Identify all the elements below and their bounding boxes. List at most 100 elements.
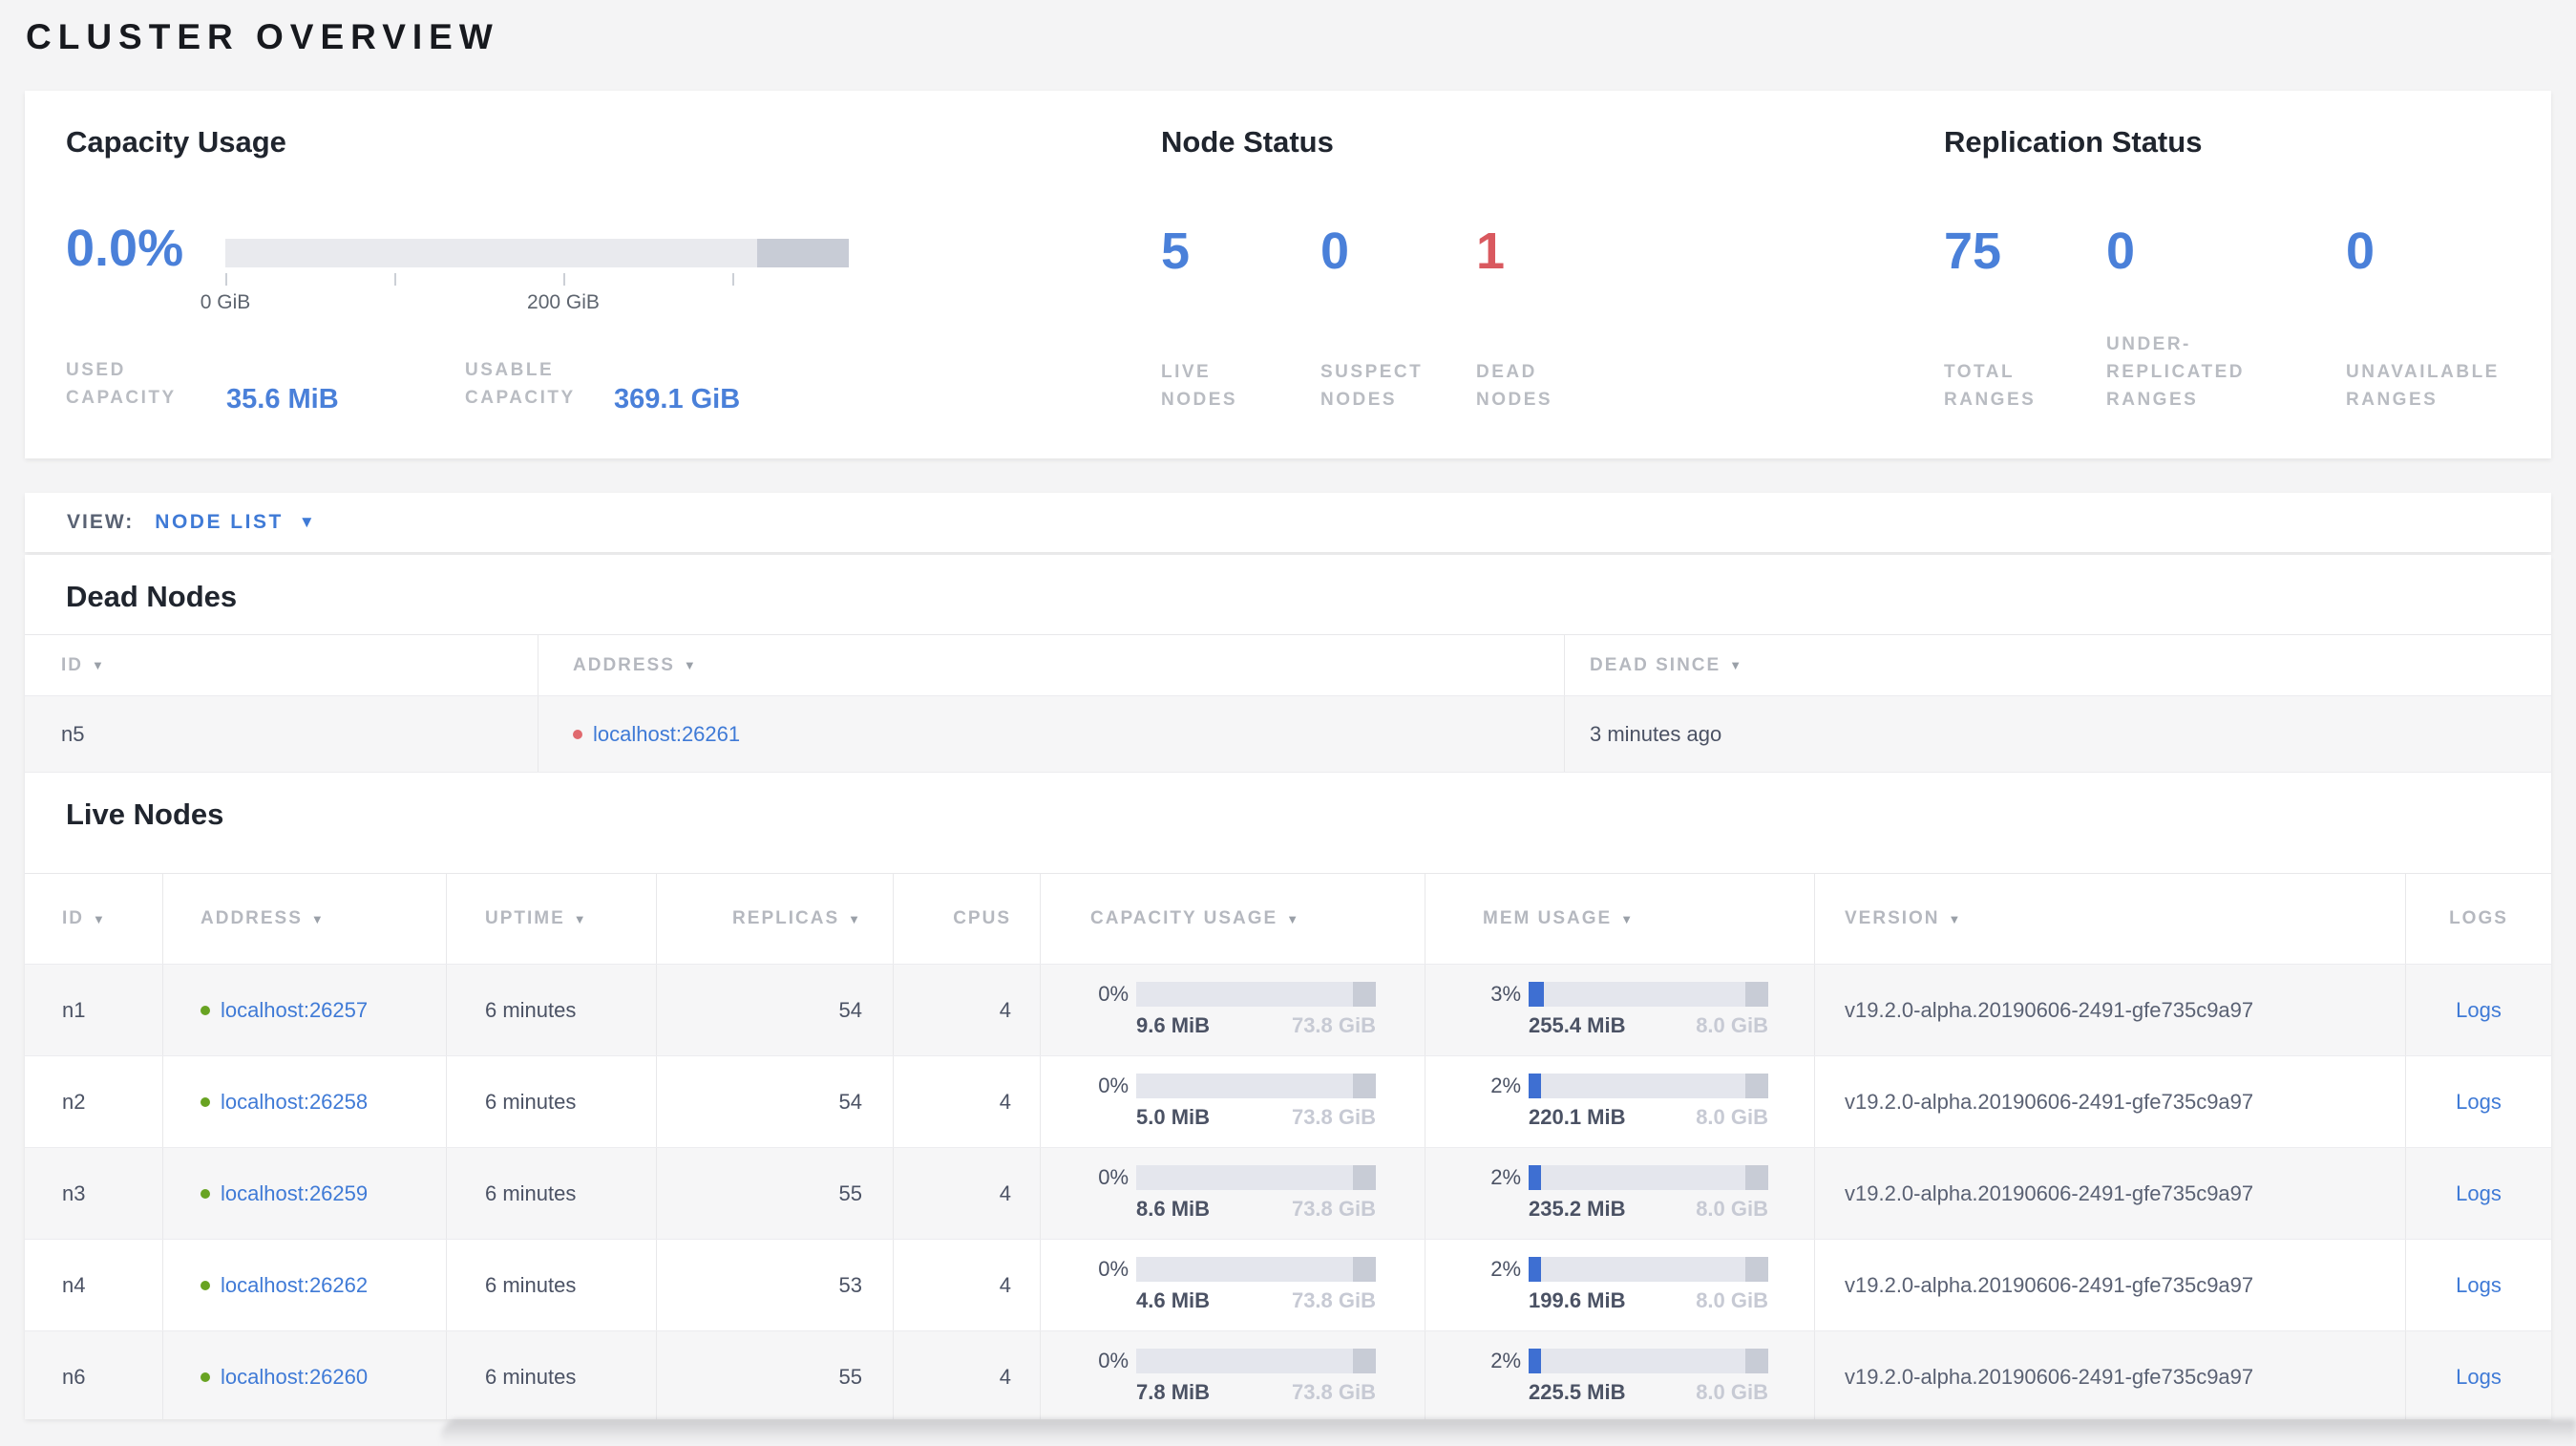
replication-status-metrics: 75 TOTAL RANGES 0 UNDER- REPLICATED RANG… — [1944, 223, 2536, 414]
live-status-dot-icon — [201, 1188, 210, 1199]
suspect-nodes-count: 0 — [1320, 223, 1350, 280]
live-node-address-cell: localhost:26262 — [162, 1240, 446, 1330]
dead-nodes-title: Dead Nodes — [66, 580, 238, 613]
capacity-stats: USED CAPACITY 35.6 MiB USABLE CAPACITY 3… — [66, 356, 830, 415]
memory-minibar — [1529, 1074, 1768, 1098]
used-capacity-stat: USED CAPACITY 35.6 MiB — [66, 356, 339, 415]
total-ranges-count: 75 — [1944, 223, 2002, 280]
capacity-reserved-segment — [1353, 1165, 1376, 1190]
capacity-total-value: 73.8 GiB — [1291, 1197, 1376, 1221]
live-node-capacity-usage-cell: 0% 8.6 MiB 73.8 GiB — [1040, 1148, 1425, 1239]
dead-node-row: n5 localhost:26261 3 minutes ago — [25, 696, 2551, 773]
live-column-header-version[interactable]: VERSION ▼ — [1814, 874, 2405, 964]
memory-minibar — [1529, 1257, 1768, 1282]
memory-minibar — [1529, 1165, 1768, 1190]
live-column-header-replicas[interactable]: REPLICAS ▼ — [656, 874, 893, 964]
live-node-cpus: 4 — [893, 1331, 1040, 1419]
capacity-percent: 0% — [1098, 982, 1129, 1006]
dead-node-address-link[interactable]: localhost:26261 — [593, 722, 740, 747]
sort-desc-icon: ▼ — [573, 911, 588, 926]
logs-link[interactable]: Logs — [2456, 998, 2502, 1023]
live-node-row: n4 localhost:26262 6 minutes 53 4 0% 4.6… — [25, 1240, 2551, 1331]
live-nodes-metric: 5 LIVE NODES — [1161, 223, 1237, 414]
memory-total-value: 8.0 GiB — [1696, 1013, 1768, 1037]
usable-capacity-value: 369.1 GiB — [614, 384, 741, 415]
live-node-logs-cell: Logs — [2405, 1056, 2551, 1147]
live-node-version: v19.2.0-alpha.20190606-2491-gfe735c9a97 — [1845, 1272, 2254, 1297]
dead-column-header-id[interactable]: ID ▼ — [25, 635, 538, 695]
total-ranges-metric: 75 TOTAL RANGES — [1944, 223, 2036, 414]
live-node-address-link[interactable]: localhost:26259 — [221, 1181, 368, 1206]
sort-desc-icon: ▼ — [92, 658, 106, 672]
logs-link[interactable]: Logs — [2456, 1273, 2502, 1298]
live-node-logs-cell: Logs — [2405, 1331, 2551, 1419]
tick-mark — [394, 273, 396, 286]
dead-column-header-address[interactable]: ADDRESS ▼ — [538, 635, 1564, 695]
memory-minibar — [1529, 982, 1768, 1007]
logs-link[interactable]: Logs — [2456, 1181, 2502, 1206]
memory-used-value: 199.6 MiB — [1529, 1288, 1626, 1312]
live-node-address-link[interactable]: localhost:26257 — [221, 998, 368, 1023]
live-node-address-link[interactable]: localhost:26258 — [221, 1090, 368, 1115]
live-node-address-link[interactable]: localhost:26260 — [221, 1365, 368, 1390]
live-node-id: n6 — [62, 1364, 86, 1389]
live-node-version: v19.2.0-alpha.20190606-2491-gfe735c9a97 — [1845, 1180, 2254, 1205]
capacity-minibar — [1136, 1349, 1376, 1373]
logs-link[interactable]: Logs — [2456, 1090, 2502, 1115]
live-node-id: n1 — [62, 997, 86, 1022]
view-select-dropdown[interactable]: NODE LIST ▼ — [155, 511, 314, 534]
live-node-address-cell: localhost:26257 — [162, 965, 446, 1055]
capacity-used-value: 9.6 MiB — [1136, 1013, 1211, 1037]
live-node-replicas: 55 — [656, 1148, 893, 1239]
dead-nodes-table: ID ▼ ADDRESS ▼ DEAD SINCE ▼ n5 localhost… — [25, 634, 2551, 773]
memory-percent: 2% — [1490, 1074, 1521, 1097]
capacity-bar-ticks — [225, 273, 849, 288]
unavailable-ranges-label: UNAVAILABLE RANGES — [2346, 362, 2500, 410]
live-node-id: n2 — [62, 1089, 86, 1114]
live-column-header-address[interactable]: ADDRESS ▼ — [162, 874, 446, 964]
dead-status-dot-icon — [573, 729, 582, 739]
live-column-header-id[interactable]: ID ▼ — [25, 874, 162, 964]
live-node-row: n3 localhost:26259 6 minutes 55 4 0% 8.6… — [25, 1148, 2551, 1240]
live-node-address-link[interactable]: localhost:26262 — [221, 1273, 368, 1298]
cluster-overview-page: CLUSTER OVERVIEW Capacity Usage 0.0% 0 G… — [0, 0, 2576, 1446]
memory-total-value: 8.0 GiB — [1696, 1197, 1768, 1221]
total-ranges-label: TOTAL RANGES — [1944, 362, 2037, 410]
capacity-reserved-segment — [1353, 1257, 1376, 1282]
dead-node-dead-since: 3 minutes ago — [1564, 696, 2551, 772]
capacity-reserved-segment — [1353, 1349, 1376, 1373]
capacity-used-value: 4.6 MiB — [1136, 1288, 1211, 1312]
memory-total-value: 8.0 GiB — [1696, 1288, 1768, 1312]
suspect-nodes-label: SUSPECT NODES — [1320, 362, 1424, 410]
live-node-replicas: 55 — [656, 1331, 893, 1419]
live-nodes-table-header: ID ▼ ADDRESS ▼ UPTIME ▼ REPLICAS ▼ CPUS — [25, 873, 2551, 965]
dead-column-header-dead-since[interactable]: DEAD SINCE ▼ — [1564, 635, 2551, 695]
live-node-address-cell: localhost:26259 — [162, 1148, 446, 1239]
live-column-header-mem-usage[interactable]: MEM USAGE ▼ — [1425, 874, 1814, 964]
sort-desc-icon: ▼ — [1948, 911, 1963, 926]
summary-panel: Capacity Usage 0.0% 0 GiB 200 GiB USED C… — [25, 91, 2551, 458]
live-node-version-cell: v19.2.0-alpha.20190606-2491-gfe735c9a97 — [1814, 1148, 2405, 1239]
live-node-uptime: 6 minutes — [446, 1056, 656, 1147]
view-selected-value: NODE LIST — [155, 511, 284, 533]
tick-mark — [732, 273, 734, 286]
chevron-down-icon: ▼ — [298, 513, 315, 531]
live-column-header-capacity-usage[interactable]: CAPACITY USAGE ▼ — [1040, 874, 1425, 964]
dead-nodes-table-header: ID ▼ ADDRESS ▼ DEAD SINCE ▼ — [25, 634, 2551, 696]
live-nodes-title: Live Nodes — [66, 797, 224, 831]
live-node-logs-cell: Logs — [2405, 1148, 2551, 1239]
live-column-header-cpus[interactable]: CPUS — [893, 874, 1040, 964]
logs-link[interactable]: Logs — [2456, 1365, 2502, 1390]
usable-capacity-stat: USABLE CAPACITY 369.1 GiB — [465, 356, 740, 415]
memory-minibar — [1529, 1349, 1768, 1373]
memory-fill — [1529, 1349, 1541, 1373]
live-node-id: n3 — [62, 1180, 86, 1205]
live-node-uptime: 6 minutes — [446, 965, 656, 1055]
capacity-usage-bar: 0 GiB 200 GiB — [201, 239, 849, 316]
memory-reserved-segment — [1745, 1074, 1768, 1098]
live-column-header-uptime[interactable]: UPTIME ▼ — [446, 874, 656, 964]
capacity-usage-title: Capacity Usage — [66, 125, 286, 159]
memory-fill — [1529, 982, 1544, 1007]
tick-mark — [225, 273, 227, 286]
capacity-minibar — [1136, 1257, 1376, 1282]
